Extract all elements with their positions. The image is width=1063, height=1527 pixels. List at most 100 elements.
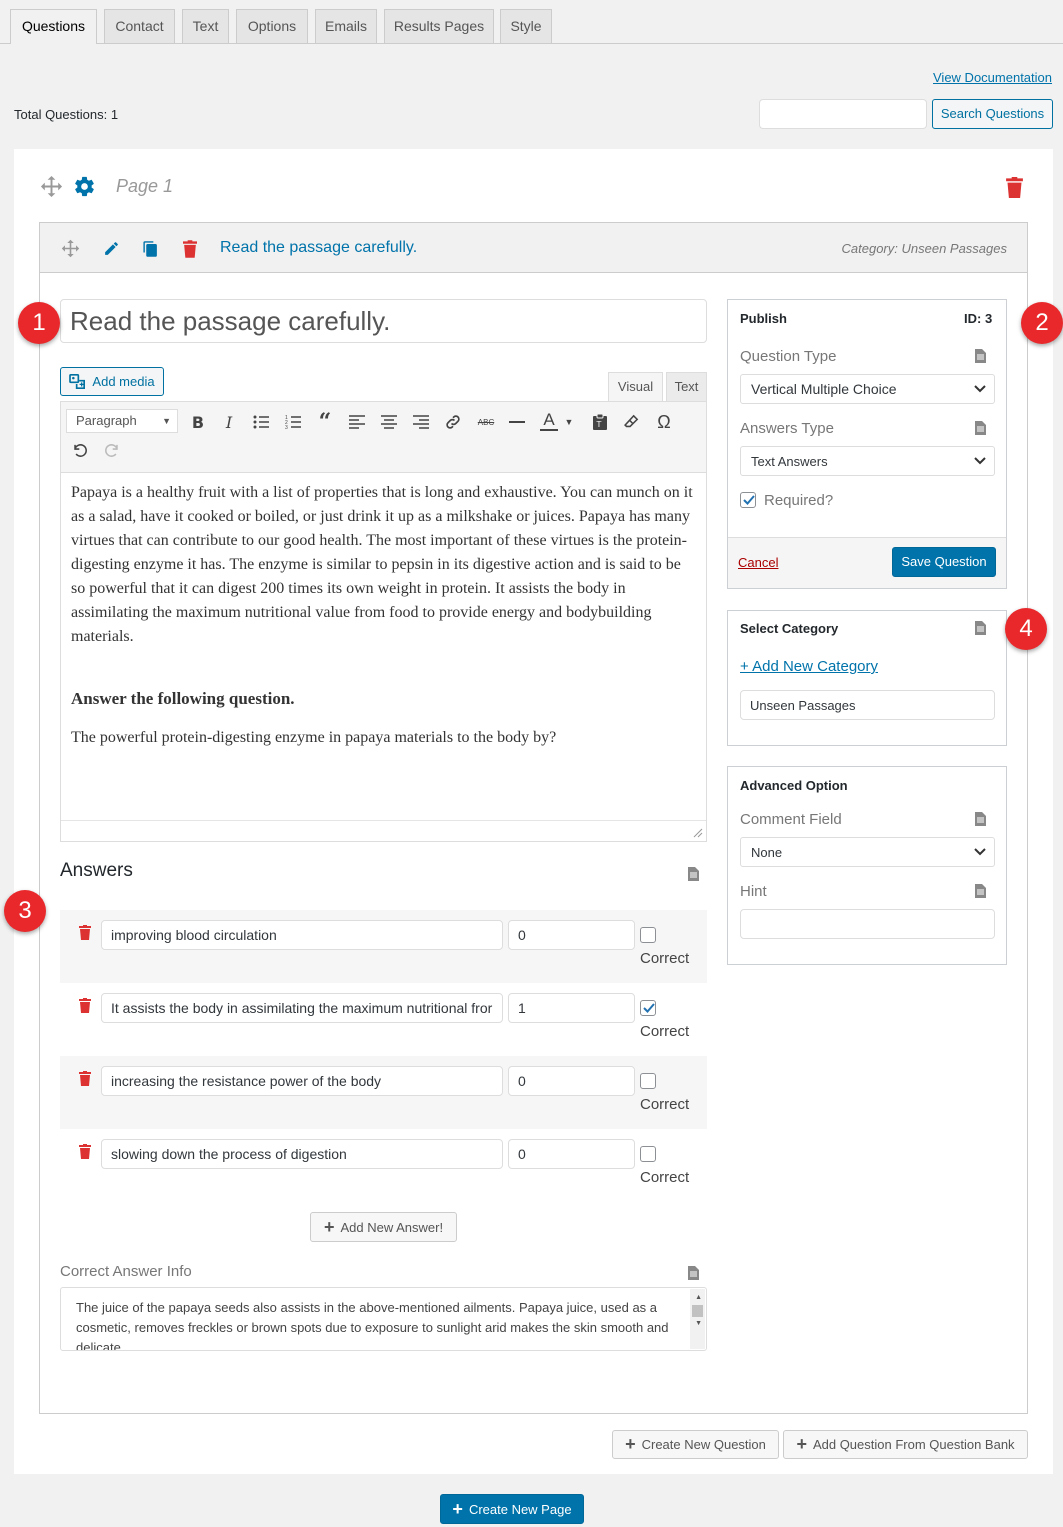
- answer-correct-label: Correct: [640, 1023, 690, 1040]
- correct-answer-info-label: Correct Answer Info: [60, 1263, 192, 1280]
- plus-icon: +: [452, 1498, 463, 1519]
- question-title-input[interactable]: Read the passage carefully.: [60, 299, 707, 343]
- search-input[interactable]: [759, 99, 927, 129]
- tab-results-pages[interactable]: Results Pages: [384, 9, 494, 43]
- comment-field-doc-icon[interactable]: [975, 812, 986, 826]
- tab-emails[interactable]: Emails: [315, 9, 377, 43]
- answer-text-input[interactable]: improving blood circulation: [101, 920, 503, 950]
- delete-answer-trash-icon[interactable]: [79, 1071, 91, 1086]
- category-doc-icon[interactable]: [975, 621, 986, 635]
- answer-correct-label: Correct: [640, 1169, 690, 1186]
- tab-questions[interactable]: Questions: [10, 9, 97, 44]
- editor-paragraph-1: Papaya is a healthy fruit with a list of…: [71, 484, 693, 645]
- delete-question-trash-icon[interactable]: [183, 240, 197, 258]
- duplicate-question-icon[interactable]: [142, 240, 159, 258]
- create-new-question-button[interactable]: + Create New Question: [612, 1430, 779, 1459]
- add-new-category-link[interactable]: + Add New Category: [740, 658, 878, 675]
- answer-correct-checkbox[interactable]: [640, 1073, 656, 1089]
- answers-type-doc-icon[interactable]: [975, 421, 986, 435]
- undo-icon[interactable]: [71, 442, 89, 459]
- answer-text-input[interactable]: slowing down the process of digestion: [101, 1139, 503, 1169]
- answer-points-input[interactable]: 0: [508, 1066, 635, 1096]
- delete-page-trash-icon[interactable]: [1006, 177, 1023, 198]
- numbered-list-icon[interactable]: 123: [285, 414, 301, 430]
- svg-text:T: T: [596, 420, 602, 429]
- answer-correct-checkbox[interactable]: [640, 1000, 656, 1016]
- answer-points-input[interactable]: 1: [508, 993, 635, 1023]
- tab-contact[interactable]: Contact: [104, 9, 175, 43]
- annotation-badge-3: 3: [4, 890, 46, 932]
- edit-question-pencil-icon[interactable]: [103, 240, 120, 257]
- bold-icon[interactable]: B: [188, 412, 208, 432]
- answer-correct-checkbox[interactable]: [640, 927, 656, 943]
- comment-field-label: Comment Field: [740, 811, 842, 828]
- align-center-icon[interactable]: [381, 414, 397, 430]
- paste-text-icon[interactable]: T: [592, 413, 608, 430]
- hint-doc-icon[interactable]: [975, 884, 986, 898]
- cancel-link[interactable]: Cancel: [738, 555, 778, 570]
- correct-answer-info-textarea[interactable]: The juice of the papaya seeds also assis…: [60, 1287, 707, 1351]
- redo-icon[interactable]: [103, 442, 121, 459]
- page-settings-gear-icon[interactable]: [73, 175, 96, 198]
- text-color-icon[interactable]: A: [539, 411, 559, 432]
- add-media-button[interactable]: Add media: [60, 367, 164, 396]
- add-new-answer-button[interactable]: + Add New Answer!: [310, 1212, 457, 1242]
- answer-points-input[interactable]: 0: [508, 1139, 635, 1169]
- svg-text:3: 3: [285, 425, 288, 430]
- advanced-option-title: Advanced Option: [740, 778, 848, 793]
- special-character-omega-icon[interactable]: Ω: [654, 412, 674, 432]
- total-questions: Total Questions: 1: [14, 107, 119, 122]
- answer-text-input[interactable]: It assists the body in assimilating the …: [101, 993, 503, 1023]
- align-right-icon[interactable]: [413, 414, 429, 430]
- save-question-button[interactable]: Save Question: [892, 547, 996, 577]
- format-select[interactable]: Paragraph ▼: [66, 409, 178, 433]
- comment-field-select[interactable]: None: [740, 837, 995, 867]
- answer-points-input[interactable]: 0: [508, 920, 635, 950]
- scrollbar-thumb[interactable]: [692, 1305, 703, 1317]
- blockquote-icon[interactable]: “: [315, 409, 335, 435]
- answer-text-input[interactable]: increasing the resistance power of the b…: [101, 1066, 503, 1096]
- question-header-title[interactable]: Read the passage carefully.: [220, 239, 417, 257]
- chevron-down-icon: [974, 848, 986, 856]
- clear-formatting-eraser-icon[interactable]: [623, 413, 640, 430]
- search-questions-button[interactable]: Search Questions: [932, 99, 1053, 129]
- answer-correct-label: Correct: [640, 950, 690, 967]
- delete-answer-trash-icon[interactable]: [79, 1144, 91, 1159]
- view-documentation-link[interactable]: View Documentation: [933, 70, 1052, 85]
- scroll-down-icon[interactable]: ▼: [695, 1320, 702, 1327]
- hint-label: Hint: [740, 883, 767, 900]
- tab-text[interactable]: Text: [182, 9, 229, 43]
- move-page-icon[interactable]: [40, 175, 63, 198]
- delete-answer-trash-icon[interactable]: [79, 998, 91, 1013]
- editor-tab-text[interactable]: Text: [666, 372, 707, 402]
- insert-link-icon[interactable]: [444, 413, 462, 431]
- correct-answer-info-doc-icon[interactable]: [688, 1266, 699, 1280]
- answers-type-select[interactable]: Text Answers: [740, 446, 995, 476]
- move-question-icon[interactable]: [61, 239, 80, 258]
- category-input[interactable]: Unseen Passages: [740, 690, 995, 720]
- answer-correct-checkbox[interactable]: [640, 1146, 656, 1162]
- horizontal-line-icon[interactable]: [509, 414, 525, 430]
- checkmark-icon: [743, 495, 755, 505]
- strikethrough-icon[interactable]: ABC: [475, 412, 497, 432]
- align-left-icon[interactable]: [349, 414, 365, 430]
- answers-help-doc-icon[interactable]: [688, 867, 699, 881]
- scroll-up-icon[interactable]: ▲: [695, 1294, 702, 1301]
- text-color-dropdown-icon[interactable]: ▼: [563, 412, 575, 432]
- editor-tab-visual[interactable]: Visual: [608, 372, 663, 402]
- add-question-from-bank-button[interactable]: + Add Question From Question Bank: [783, 1430, 1028, 1459]
- format-dropdown-icon: ▼: [162, 416, 171, 426]
- delete-answer-trash-icon[interactable]: [79, 925, 91, 940]
- create-new-page-button[interactable]: + Create New Page: [440, 1494, 584, 1524]
- question-type-doc-icon[interactable]: [975, 349, 986, 363]
- question-type-label: Question Type: [740, 348, 837, 365]
- tab-options[interactable]: Options: [236, 9, 308, 43]
- hint-input[interactable]: [740, 909, 995, 939]
- question-type-select[interactable]: Vertical Multiple Choice: [740, 374, 995, 404]
- editor-resize-handle-icon[interactable]: [693, 828, 703, 838]
- chevron-down-icon: [974, 457, 986, 465]
- tab-style[interactable]: Style: [500, 9, 552, 43]
- bullet-list-icon[interactable]: [253, 414, 269, 430]
- italic-icon[interactable]: I: [219, 412, 239, 432]
- required-checkbox[interactable]: [740, 492, 756, 508]
